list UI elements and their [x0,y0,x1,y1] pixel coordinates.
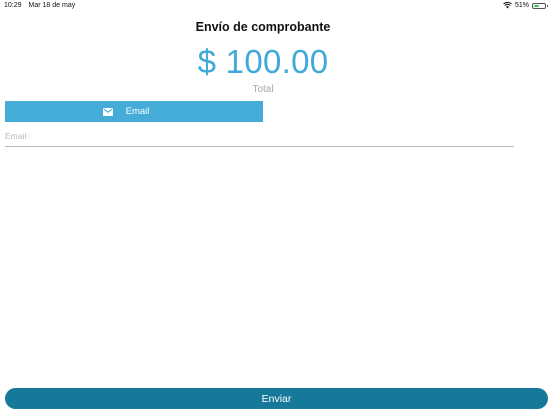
total-label: Total [252,84,274,95]
receipt-send-screen: 10:29 Mar 18 de may 51% Envío de comprob… [0,0,552,414]
email-field[interactable] [5,126,514,147]
battery-icon [532,2,548,9]
tab-email[interactable]: Email [5,101,263,122]
status-time: 10:29 [4,2,22,9]
battery-tip [546,4,548,7]
total-amount: $ 100.00 [197,43,329,80]
send-button[interactable]: Enviar [5,388,548,409]
tab-email-label: Email [125,106,150,117]
status-bar: 10:29 Mar 18 de may 51% [0,0,552,12]
send-button-label: Enviar [261,392,292,405]
status-right: 51% [503,2,548,9]
status-left: 10:29 Mar 18 de may [4,2,75,9]
battery-percent: 51% [514,2,529,9]
page-title: Envío de comprobante [195,20,331,34]
battery-fill [534,4,540,7]
wifi-icon [503,2,512,9]
status-date: Mar 18 de may [28,2,76,9]
mail-icon [102,107,113,116]
